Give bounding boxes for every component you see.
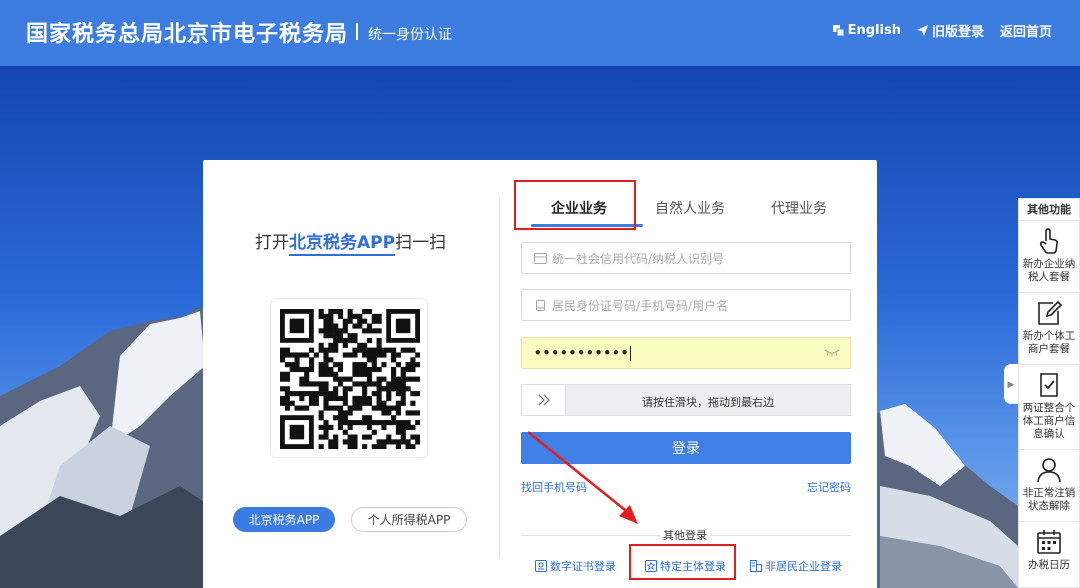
qr-code-box: [270, 298, 428, 458]
personal-tax-app-button[interactable]: 个人所得税APP: [351, 507, 467, 532]
site-subtitle: 统一身份认证: [368, 27, 452, 43]
user-icon: [1037, 458, 1061, 483]
other-login-title: 其他登录: [660, 527, 710, 543]
top-header: 国家税务总局北京市电子税务局 统一身份认证 English 旧版登录 返回首页: [0, 0, 1080, 66]
language-icon: [832, 25, 844, 36]
english-label: English: [847, 23, 901, 38]
password-value: •••••••••••: [534, 346, 630, 360]
send-icon: [916, 25, 928, 36]
captcha-slider: 请按住滑块，拖动到最右边: [521, 384, 851, 416]
forgot-password-link[interactable]: 忘记密码: [807, 479, 851, 495]
sidebar-item-tax-calendar[interactable]: 办税日历: [1019, 522, 1079, 588]
old-login-label: 旧版登录: [931, 25, 984, 40]
sidebar-item-label: 新办企业纳税人套餐: [1022, 258, 1076, 283]
english-link[interactable]: English: [832, 21, 901, 40]
highlight-box-special-login: [629, 544, 736, 580]
calendar-icon: [1037, 530, 1061, 554]
enterprise-icon: [750, 560, 762, 572]
tab-individual[interactable]: 自然人业务: [655, 198, 725, 218]
qr-instruction: 打开北京税务APP扫一扫: [255, 228, 447, 256]
credit-code-placeholder: 统一社会信用代码/纳税人识别号: [552, 251, 725, 266]
sidebar-item-abnormal-cancel[interactable]: 非正常注销状态解除: [1019, 450, 1079, 522]
qr-suffix: 扫一扫: [395, 233, 447, 253]
card-icon: [534, 252, 547, 264]
eye-closed-icon[interactable]: [824, 348, 840, 358]
cert-login-link[interactable]: 数字证书登录: [535, 558, 616, 574]
slider-instruction: 请按住滑块，拖动到最右边: [642, 396, 774, 409]
sidebar-toggle[interactable]: ▶: [1004, 364, 1018, 404]
phone-icon: [536, 299, 545, 311]
login-button[interactable]: 登录: [521, 432, 851, 464]
text-caret: [630, 345, 632, 361]
qr-app-name: 北京税务APP: [289, 233, 396, 256]
id-placeholder: 居民身份证号码/手机号码/用户名: [552, 298, 729, 313]
highlight-box-tab: [514, 180, 636, 230]
id-field[interactable]: 居民身份证号码/手机号码/用户名: [521, 289, 851, 321]
check-doc-icon: [1040, 373, 1058, 397]
sidebar-title: 其他功能: [1019, 199, 1079, 221]
sidebar-item-label: 非正常注销状态解除: [1022, 487, 1076, 512]
login-card: 打开北京税务APP扫一扫 北京税务APP 个人所得税APP 企业业务 自然人业务…: [203, 160, 877, 588]
sidebar-item-label: 两证整合个体工商户信息确认: [1022, 402, 1076, 440]
double-chevron-icon: [538, 394, 550, 406]
non-resident-login-label: 非居民企业登录: [765, 560, 842, 573]
edit-doc-icon: [1038, 300, 1063, 325]
certificate-icon: [535, 560, 547, 572]
home-label: 返回首页: [999, 25, 1052, 40]
sidebar-item-new-individual[interactable]: 新办个体工商户套餐: [1019, 293, 1079, 365]
sidebar-item-new-enterprise[interactable]: 新办企业纳税人套餐: [1019, 221, 1079, 293]
credit-code-field[interactable]: 统一社会信用代码/纳税人识别号: [521, 242, 851, 274]
other-functions-sidebar: 其他功能 新办企业纳税人套餐 新办个体工商户套餐 两证整合个体工商户信息确认 非…: [1018, 198, 1080, 588]
site-title: 国家税务总局北京市电子税务局: [26, 22, 349, 47]
sidebar-item-label: 办税日历: [1028, 559, 1070, 571]
hand-pointer-icon: [1039, 228, 1059, 254]
old-login-link[interactable]: 旧版登录: [916, 21, 984, 40]
password-field[interactable]: •••••••••••: [521, 337, 851, 369]
beijing-tax-app-button[interactable]: 北京税务APP: [233, 507, 335, 532]
sidebar-item-two-certs[interactable]: 两证整合个体工商户信息确认: [1019, 365, 1079, 450]
top-nav: English 旧版登录 返回首页: [832, 21, 1052, 40]
qr-code: [280, 309, 420, 449]
title-divider: [356, 23, 358, 40]
home-link[interactable]: 返回首页: [1000, 21, 1052, 40]
slider-handle[interactable]: [522, 385, 566, 415]
tab-agent[interactable]: 代理业务: [771, 198, 827, 218]
non-resident-login-link[interactable]: 非居民企业登录: [750, 558, 842, 574]
caret-right-icon: ▶: [1007, 378, 1015, 389]
card-divider: [499, 198, 500, 558]
cert-login-label: 数字证书登录: [550, 560, 616, 573]
qr-prefix: 打开: [255, 233, 289, 253]
find-phone-link[interactable]: 找回手机号码: [521, 479, 587, 495]
qr-panel: 打开北京税务APP扫一扫 北京税务APP 个人所得税APP: [203, 160, 495, 588]
sidebar-item-label: 新办个体工商户套餐: [1022, 330, 1076, 355]
